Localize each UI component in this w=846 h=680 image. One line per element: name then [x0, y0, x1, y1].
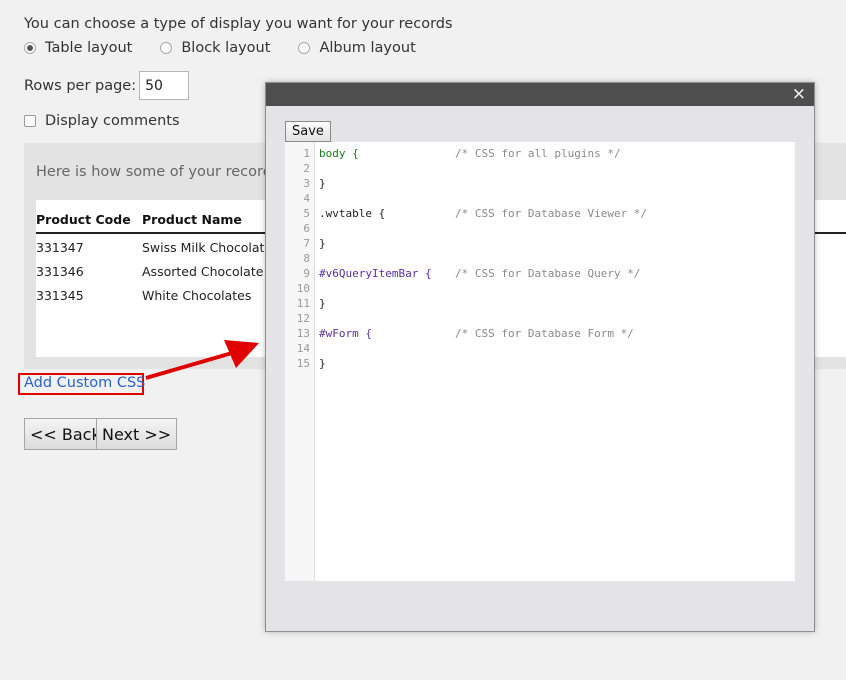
table-cell-code: 331346: [36, 264, 84, 279]
radio-album-layout[interactable]: Album layout: [298, 40, 416, 56]
line-number: 3: [303, 177, 310, 190]
layout-intro-text: You can choose a type of display you wan…: [24, 16, 453, 32]
css-selector: .wvtable {: [319, 207, 386, 220]
css-selector: body {: [319, 147, 359, 160]
line-number: 15: [296, 357, 310, 370]
code-line: .wvtable { /* CSS for Database Viewer */: [319, 207, 647, 220]
css-selector: #wForm {: [319, 327, 372, 340]
radio-label: Table layout: [45, 40, 133, 56]
next-button[interactable]: Next >>: [96, 418, 178, 450]
modal-titlebar: ×: [266, 83, 814, 106]
radio-button[interactable]: [24, 42, 36, 54]
code-line: }: [319, 177, 326, 190]
radio-label: Album layout: [319, 40, 416, 56]
rows-per-page-label: Rows per page:: [24, 77, 137, 94]
preview-caption: Here is how some of your records w: [36, 164, 296, 180]
line-number: 1: [303, 147, 310, 160]
radio-block-layout[interactable]: Block layout: [160, 40, 270, 56]
column-header-product-code: Product Code: [36, 212, 131, 227]
column-header-product-name: Product Name: [142, 212, 242, 227]
radio-button[interactable]: [298, 42, 311, 54]
line-number: 8: [303, 252, 310, 265]
line-number: 12: [296, 312, 310, 325]
css-selector: #v6QueryItemBar {: [319, 267, 432, 280]
table-cell-name: Assorted Chocolate Bo: [142, 264, 284, 279]
table-cell-name: Swiss Milk Chocolate: [142, 240, 273, 255]
table-cell-code: 331347: [36, 240, 84, 255]
radio-table-layout[interactable]: Table layout: [24, 40, 132, 56]
line-number: 11: [296, 297, 310, 310]
line-number: 7: [303, 237, 310, 250]
table-cell-name: White Chocolates: [142, 288, 252, 303]
code-line: #wForm { /* CSS for Database Form */: [319, 327, 634, 340]
display-comments-checkbox[interactable]: [24, 115, 36, 127]
back-button[interactable]: << Back: [24, 418, 107, 450]
line-number: 5: [303, 207, 310, 220]
line-number: 9: [303, 267, 310, 280]
save-button[interactable]: Save: [285, 121, 331, 142]
display-comments-row[interactable]: Display comments: [24, 113, 180, 129]
css-comment: /* CSS for Database Query */: [455, 267, 641, 280]
css-comment: /* CSS for Database Viewer */: [455, 207, 648, 220]
line-number: 6: [303, 222, 310, 235]
display-comments-label: Display comments: [45, 113, 180, 129]
line-number: 2: [303, 162, 310, 175]
layout-radio-group: Table layout Block layout Album layout: [24, 40, 444, 56]
add-custom-css-link[interactable]: Add Custom CSS: [24, 375, 145, 391]
radio-label: Block layout: [181, 40, 271, 56]
code-line: }: [319, 297, 326, 310]
code-line: #v6QueryItemBar { /* CSS for Database Que…: [319, 267, 640, 280]
line-number: 4: [303, 192, 310, 205]
close-icon[interactable]: ×: [792, 84, 806, 104]
custom-css-modal: × Save 1 2 3 4 5 6 7 8 9 10 11 12 13 14 15 body {/* CS…: [265, 82, 815, 632]
code-line: }: [319, 357, 326, 370]
code-line: body { /* CSS for all plugins */: [319, 147, 621, 160]
code-line: }: [319, 237, 326, 250]
rows-per-page-input[interactable]: [139, 71, 190, 100]
table-cell-code: 331345: [36, 288, 84, 303]
line-number-gutter: 1 2 3 4 5 6 7 8 9 10 11 12 13 14 15: [285, 142, 315, 581]
css-code-editor[interactable]: 1 2 3 4 5 6 7 8 9 10 11 12 13 14 15 body {/* CSS for a…: [285, 142, 795, 581]
line-number: 14: [296, 342, 310, 355]
rows-per-page-row: Rows per page:: [24, 71, 190, 100]
line-number: 13: [296, 327, 310, 340]
css-comment: /* CSS for all plugins */: [455, 147, 621, 160]
radio-button[interactable]: [160, 42, 173, 54]
css-comment: /* CSS for Database Form */: [455, 327, 634, 340]
line-number: 10: [296, 282, 310, 295]
